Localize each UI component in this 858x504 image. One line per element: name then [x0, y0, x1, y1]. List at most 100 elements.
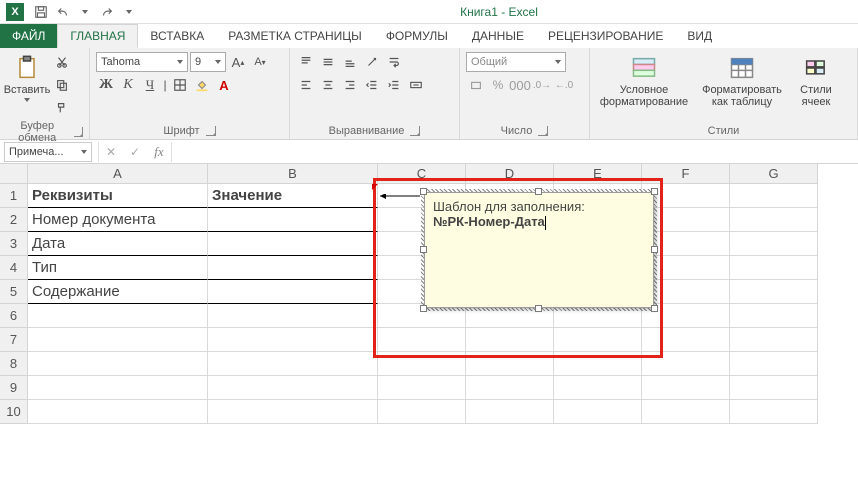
tab-insert[interactable]: ВСТАВКА	[138, 24, 216, 48]
resize-handle[interactable]	[651, 305, 658, 312]
cell-E7[interactable]	[554, 328, 642, 352]
cell-E8[interactable]	[554, 352, 642, 376]
cell-A2[interactable]: Номер документа	[28, 208, 208, 232]
column-header[interactable]: D	[466, 164, 554, 184]
cell-G7[interactable]	[730, 328, 818, 352]
align-center-button[interactable]	[318, 75, 338, 95]
cell-F7[interactable]	[642, 328, 730, 352]
resize-handle[interactable]	[420, 188, 427, 195]
increase-indent-button[interactable]	[384, 75, 404, 95]
font-color-button[interactable]: A	[214, 75, 234, 95]
resize-handle[interactable]	[651, 188, 658, 195]
cell-G6[interactable]	[730, 304, 818, 328]
tab-review[interactable]: РЕЦЕНЗИРОВАНИЕ	[536, 24, 675, 48]
fill-color-button[interactable]	[192, 75, 212, 95]
tab-page-layout[interactable]: РАЗМЕТКА СТРАНИЦЫ	[216, 24, 374, 48]
row-header[interactable]: 6	[0, 304, 28, 328]
save-button[interactable]	[30, 1, 52, 23]
cell-B7[interactable]	[208, 328, 378, 352]
cell-G1[interactable]	[730, 184, 818, 208]
cell-F10[interactable]	[642, 400, 730, 424]
cell-F9[interactable]	[642, 376, 730, 400]
name-box[interactable]: Примеча...	[4, 142, 92, 162]
cell-E9[interactable]	[554, 376, 642, 400]
cell-G3[interactable]	[730, 232, 818, 256]
tab-home[interactable]: ГЛАВНАЯ	[57, 24, 138, 48]
row-header[interactable]: 1	[0, 184, 28, 208]
decrease-indent-button[interactable]	[362, 75, 382, 95]
cell-B4[interactable]	[208, 256, 378, 280]
row-header[interactable]: 5	[0, 280, 28, 304]
select-all-corner[interactable]	[0, 164, 28, 184]
cell-B8[interactable]	[208, 352, 378, 376]
column-header[interactable]: C	[378, 164, 466, 184]
paste-button[interactable]: Вставить	[6, 52, 48, 102]
comma-button[interactable]: 000	[510, 75, 530, 95]
undo-button[interactable]	[52, 1, 74, 23]
tab-file[interactable]: ФАЙЛ	[0, 24, 57, 48]
cell-styles-button[interactable]: Стили ячеек	[792, 52, 840, 108]
row-header[interactable]: 2	[0, 208, 28, 232]
percent-button[interactable]: %	[488, 75, 508, 95]
cell-C10[interactable]	[378, 400, 466, 424]
column-header[interactable]: B	[208, 164, 378, 184]
cell-G9[interactable]	[730, 376, 818, 400]
cancel-formula-button[interactable]: ✕	[99, 142, 123, 162]
resize-handle[interactable]	[420, 305, 427, 312]
cell-B3[interactable]	[208, 232, 378, 256]
number-format-combo[interactable]: Общий	[466, 52, 566, 72]
cut-button[interactable]	[52, 52, 72, 72]
cell-D10[interactable]	[466, 400, 554, 424]
cell-A1[interactable]: Реквизиты	[28, 184, 208, 208]
align-left-button[interactable]	[296, 75, 316, 95]
cell-G2[interactable]	[730, 208, 818, 232]
cell-E10[interactable]	[554, 400, 642, 424]
cell-D8[interactable]	[466, 352, 554, 376]
font-size-combo[interactable]: 9	[190, 52, 226, 72]
insert-function-button[interactable]: fx	[147, 142, 171, 162]
cell-A5[interactable]: Содержание	[28, 280, 208, 304]
conditional-formatting-button[interactable]: Условное форматирование	[596, 52, 692, 108]
underline-button[interactable]: Ч	[140, 75, 160, 95]
merge-button[interactable]	[406, 75, 426, 95]
cell-B6[interactable]	[208, 304, 378, 328]
cell-G4[interactable]	[730, 256, 818, 280]
tab-formulas[interactable]: ФОРМУЛЫ	[374, 24, 460, 48]
resize-handle[interactable]	[651, 246, 658, 253]
format-painter-button[interactable]	[52, 98, 72, 118]
cell-A7[interactable]	[28, 328, 208, 352]
cell-A6[interactable]	[28, 304, 208, 328]
formula-input[interactable]	[172, 142, 858, 162]
row-header[interactable]: 9	[0, 376, 28, 400]
cell-A9[interactable]	[28, 376, 208, 400]
borders-button[interactable]	[170, 75, 190, 95]
row-header[interactable]: 3	[0, 232, 28, 256]
dialog-launcher-icon[interactable]	[410, 126, 420, 136]
decrease-decimal-button[interactable]: ←.0	[554, 75, 574, 95]
increase-font-button[interactable]: A▴	[228, 52, 248, 72]
currency-button[interactable]	[466, 75, 486, 95]
decrease-font-button[interactable]: A▾	[250, 52, 270, 72]
cell-A4[interactable]: Тип	[28, 256, 208, 280]
cell-D9[interactable]	[466, 376, 554, 400]
column-header[interactable]: F	[642, 164, 730, 184]
align-top-button[interactable]	[296, 52, 316, 72]
row-header[interactable]: 10	[0, 400, 28, 424]
row-header[interactable]: 7	[0, 328, 28, 352]
cell-C9[interactable]	[378, 376, 466, 400]
cell-B1[interactable]: Значение	[208, 184, 378, 208]
increase-decimal-button[interactable]: .0→	[532, 75, 552, 95]
cell-A3[interactable]: Дата	[28, 232, 208, 256]
cell-F8[interactable]	[642, 352, 730, 376]
copy-button[interactable]	[52, 75, 72, 95]
cell-A10[interactable]	[28, 400, 208, 424]
resize-handle[interactable]	[420, 246, 427, 253]
cell-C7[interactable]	[378, 328, 466, 352]
dialog-launcher-icon[interactable]	[74, 127, 83, 137]
cell-A8[interactable]	[28, 352, 208, 376]
resize-handle[interactable]	[535, 188, 542, 195]
cell-C8[interactable]	[378, 352, 466, 376]
tab-view[interactable]: ВИД	[675, 24, 724, 48]
cell-G5[interactable]	[730, 280, 818, 304]
cell-B5[interactable]	[208, 280, 378, 304]
